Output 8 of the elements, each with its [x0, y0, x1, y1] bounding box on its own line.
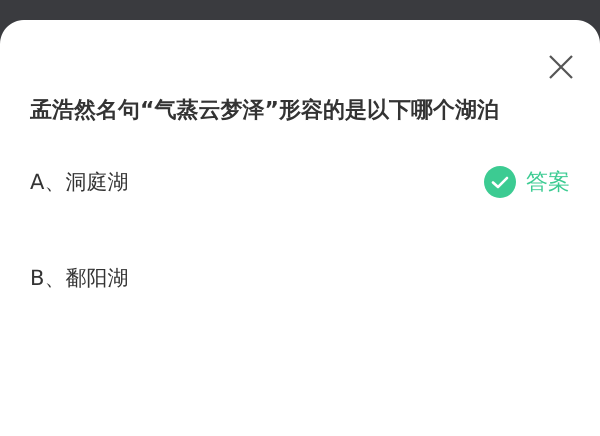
answer-label: 答案	[526, 169, 570, 197]
answer-option[interactable]: B、鄱阳湖	[30, 230, 570, 326]
close-button[interactable]	[548, 54, 574, 80]
check-icon	[484, 166, 516, 198]
option-label: A、洞庭湖	[30, 169, 128, 196]
question-text: 孟浩然名句“气蒸云梦泽”形容的是以下哪个湖泊	[30, 96, 500, 125]
option-label: B、鄱阳湖	[30, 265, 128, 292]
answer-option[interactable]: A、洞庭湖 答案	[30, 134, 570, 230]
